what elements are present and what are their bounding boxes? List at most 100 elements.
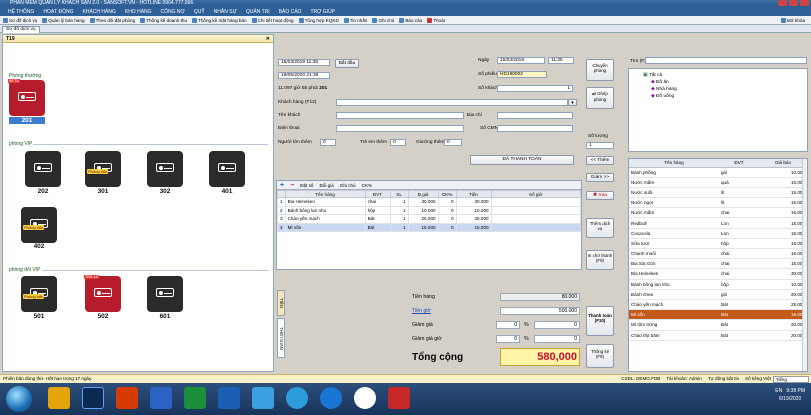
- menu-nhan-su[interactable]: NHÂN SỰ: [214, 9, 237, 15]
- adult-extra-field[interactable]: 0: [320, 139, 336, 146]
- toolbar-sales[interactable]: Quản lý bán hàng: [42, 17, 85, 23]
- room-302[interactable]: [147, 151, 183, 187]
- room-fee-link[interactable]: Tiền giờ: [412, 308, 431, 314]
- report-button[interactable]: Thống kê (F8): [586, 344, 614, 368]
- table-row[interactable]: 3 Cháo yến mạch Bát 1 25.000 0 25.000: [277, 214, 582, 224]
- invoice-field[interactable]: HD190002: [497, 71, 547, 78]
- menu-hoat-dong[interactable]: HOẠT ĐỘNG: [43, 9, 73, 15]
- toolbar-revenue[interactable]: Thống kê doanh thu: [140, 17, 187, 23]
- close-icon[interactable]: ✕: [266, 35, 270, 43]
- language-select[interactable]: Tiếng: [773, 376, 809, 383]
- time-field[interactable]: 11:35: [548, 57, 574, 64]
- discount-value-field[interactable]: 0: [534, 321, 580, 329]
- room-501[interactable]: Phòng bẩn: [21, 276, 57, 312]
- list-item[interactable]: Chanh muối chai 15.000: [629, 248, 807, 260]
- list-item[interactable]: Bia Sài Gòn chai 15.000: [629, 258, 807, 270]
- minimize-button[interactable]: [778, 0, 787, 6]
- toolbar-service-map[interactable]: Sơ đồ dịch vụ: [3, 17, 37, 23]
- zalo-icon[interactable]: [286, 387, 308, 409]
- list-item[interactable]: Cocacola Lon 15.000: [629, 228, 807, 239]
- bed-extra-field[interactable]: 0: [444, 139, 462, 146]
- qty-field[interactable]: 1: [586, 142, 614, 149]
- list-item[interactable]: Cháo yến mạch Bát 25.000: [629, 299, 807, 311]
- menu-kho-hang[interactable]: KHO HÀNG: [125, 9, 152, 15]
- table-row[interactable]: 4 Mì xốn Bát 1 15.000 0 15.000: [277, 222, 582, 232]
- add-icon[interactable]: +: [280, 182, 284, 189]
- print-pending-button[interactable]: In chờ thanh (F9): [586, 250, 614, 270]
- maximize-button[interactable]: [789, 0, 798, 6]
- table-row[interactable]: 1 Bia Heineken chai 1 30.000 0 30.000: [277, 197, 582, 207]
- toolbar-reports[interactable]: Báo cáo: [399, 17, 422, 23]
- grid-tool-note[interactable]: Ghi chú: [340, 183, 356, 188]
- move-room-button[interactable]: Chuyển phòng: [586, 59, 614, 81]
- guests-field[interactable]: 1: [497, 85, 573, 92]
- status-vn-number[interactable]: Số tiếng Việt: [745, 375, 771, 383]
- toolbar-activity[interactable]: Chi tiết hoạt động: [251, 17, 294, 23]
- hour-discount-pct-field[interactable]: 0: [496, 335, 520, 343]
- add-item-button[interactable]: << Thêm: [586, 156, 614, 165]
- room-402[interactable]: Phòng bẩn: [21, 207, 57, 243]
- word-icon[interactable]: [150, 387, 172, 409]
- child-extra-field[interactable]: 0: [390, 139, 406, 146]
- toolbar-unlock[interactable]: Mở khóa: [780, 17, 805, 23]
- grid-tool-order[interactable]: Đặt số: [300, 183, 313, 188]
- toolbar-notes[interactable]: Ghi chú: [372, 17, 394, 23]
- menu-quan-tri[interactable]: QUẢN TRỊ: [246, 9, 270, 15]
- tab-time[interactable]: THỜI GIAN: [277, 318, 285, 358]
- clock-date[interactable]: 6/19/2020: [779, 396, 801, 402]
- tab-service-map[interactable]: Sơ đồ dịch vụ: [2, 26, 40, 33]
- toolbar-kqkd[interactable]: Tổng hợp KQKD: [298, 17, 339, 23]
- list-item[interactable]: Bánh Oreo gói 20.000: [629, 289, 807, 300]
- menu-tro-giup[interactable]: TRỢ GIÚP: [310, 9, 335, 15]
- word-icon[interactable]: [218, 387, 240, 409]
- customer-dropdown-icon[interactable]: ▾: [568, 99, 577, 106]
- grid-tool-discount[interactable]: CK%: [362, 183, 372, 188]
- phone-field[interactable]: [336, 125, 464, 132]
- list-item[interactable]: Nước mắm chai 15.000: [629, 207, 807, 219]
- reduce-item-button[interactable]: Giảm >>: [586, 173, 614, 182]
- menu-bao-cao[interactable]: BÁO CÁO: [279, 9, 302, 15]
- status-auto-message[interactable]: Tự động bật tin: [708, 375, 739, 383]
- menu-he-thong[interactable]: HỆ THỐNG: [8, 9, 34, 15]
- checkin-field[interactable]: 15/03/2019 11:35: [278, 59, 330, 66]
- room-502[interactable]: TRẢ 18: [84, 275, 121, 312]
- date-field[interactable]: 15/03/2019: [497, 57, 545, 64]
- add-service-button[interactable]: Thêm dịch vụ: [586, 218, 614, 238]
- list-item[interactable]: Nước mắm quả 15.000: [629, 177, 807, 188]
- room-401[interactable]: [209, 151, 245, 187]
- list-item[interactable]: Bánh bông lan nho hộp 10.000: [629, 279, 807, 290]
- chat-icon[interactable]: [252, 387, 274, 409]
- tab-money[interactable]: TIỀN: [277, 290, 285, 316]
- name-field[interactable]: [336, 112, 464, 119]
- browser-icon[interactable]: [354, 387, 376, 409]
- presentation-icon[interactable]: [116, 387, 138, 409]
- search-input[interactable]: [645, 57, 807, 64]
- checkout-field[interactable]: 19/06/2020 21:38: [278, 72, 330, 79]
- hotel-app-icon[interactable]: [388, 387, 410, 409]
- explorer-icon[interactable]: [48, 387, 70, 409]
- excel-icon[interactable]: [184, 387, 206, 409]
- photoshop-icon[interactable]: [82, 387, 104, 409]
- grid-tool-price[interactable]: Đổi giá: [319, 183, 333, 188]
- tree-item-food[interactable]: ◆ Đồ ăn: [651, 80, 669, 85]
- list-item[interactable]: Cháo thịt băm Bát 20.000: [629, 330, 807, 341]
- menu-quy[interactable]: QUỸ: [194, 9, 205, 15]
- start-button[interactable]: [6, 386, 32, 412]
- list-item[interactable]: Mì tôm trứng Bát 20.000: [629, 319, 807, 331]
- tree-item-all[interactable]: ▣ Tất cả: [643, 73, 662, 78]
- address-field[interactable]: [497, 112, 573, 119]
- room-301[interactable]: Phòng bẩn: [85, 151, 121, 187]
- close-button[interactable]: [800, 0, 809, 6]
- table-row[interactable]: 2 Bánh bông lan nho hộp 1 10.000 0 10.000: [277, 205, 582, 215]
- toolbar-items-sold[interactable]: Thống kê mặt hàng bán: [192, 17, 247, 23]
- room-201[interactable]: 50 TA: [8, 79, 45, 116]
- list-item[interactable]: Sữa tươi hộp 15.000: [629, 238, 807, 250]
- discount-pct-field[interactable]: 0: [496, 321, 520, 329]
- room-202[interactable]: [25, 151, 61, 187]
- teamviewer-icon[interactable]: [320, 387, 342, 409]
- merge-room-button[interactable]: ⇄ Ghép phòng: [586, 87, 614, 109]
- idcard-field[interactable]: [497, 125, 573, 132]
- language-indicator[interactable]: EN: [775, 388, 782, 394]
- customer-select[interactable]: [336, 99, 568, 106]
- start-button[interactable]: Bắt đầu: [335, 59, 359, 68]
